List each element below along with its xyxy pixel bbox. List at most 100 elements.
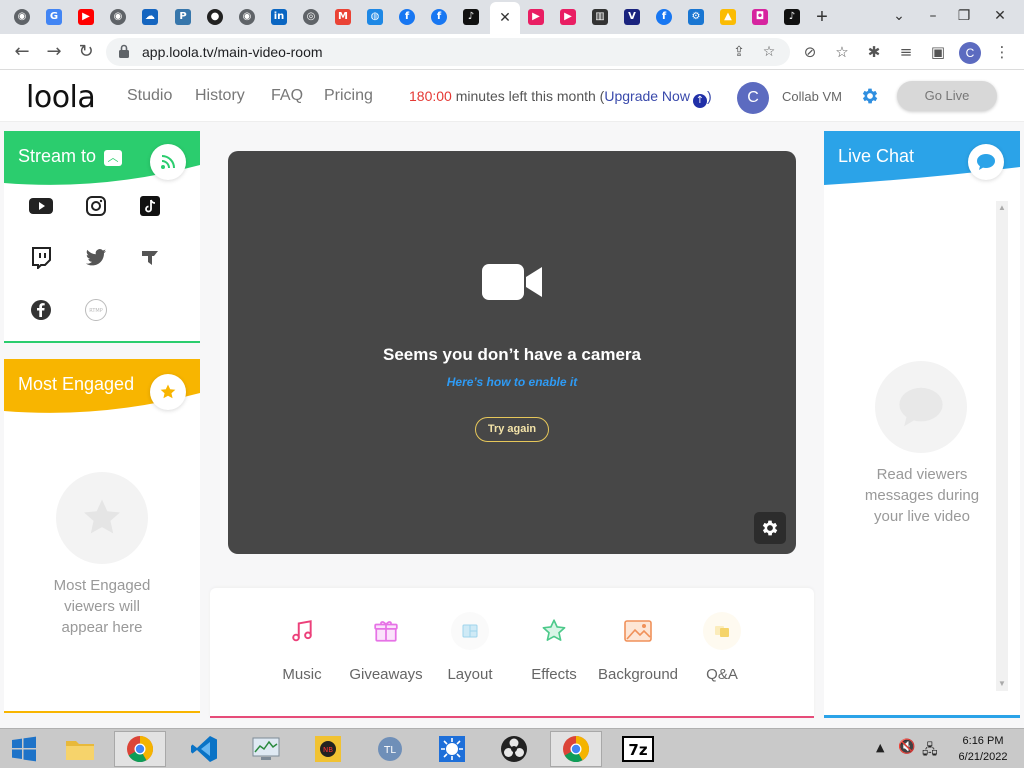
stage-settings-button[interactable]: [754, 512, 786, 544]
browser-tab[interactable]: V: [618, 3, 646, 31]
browser-tab[interactable]: ◘: [746, 3, 774, 31]
loola-logo[interactable]: loola: [26, 80, 96, 115]
settings-gear-icon[interactable]: [860, 86, 880, 106]
close-icon[interactable]: ✕: [499, 10, 511, 26]
url-text[interactable]: app.loola.tv/main-video-room: [142, 44, 323, 60]
windows-start-icon[interactable]: [2, 731, 46, 767]
new-tab-button[interactable]: +: [812, 6, 832, 28]
share-icon[interactable]: ⇪: [730, 43, 748, 61]
instagram-icon[interactable]: [83, 193, 109, 219]
nav-history[interactable]: History: [195, 87, 245, 105]
browser-tab[interactable]: ✕: [490, 2, 520, 34]
tool-effects[interactable]: Effects: [512, 612, 596, 692]
address-bar[interactable]: app.loola.tv/main-video-room ⇪ ☆: [106, 38, 790, 66]
browser-tab[interactable]: ◎: [297, 3, 325, 31]
browser-tab[interactable]: ▶: [522, 3, 550, 31]
bookmark-star-icon[interactable]: ☆: [760, 43, 778, 61]
chrome-taskbar-icon-2[interactable]: [550, 731, 602, 767]
obs-taskbar-icon[interactable]: [488, 731, 540, 767]
browser-tab[interactable]: ●: [201, 3, 229, 31]
browser-tab[interactable]: G: [40, 3, 68, 31]
tool-layout[interactable]: Layout: [428, 612, 512, 692]
chat-scrollbar[interactable]: ▲ ▼: [996, 201, 1008, 691]
tool-background[interactable]: Background: [596, 612, 680, 692]
side-panel-icon[interactable]: ▣: [928, 42, 948, 62]
puzzle-icon[interactable]: ✱: [864, 42, 884, 62]
browser-tab[interactable]: ◉: [8, 3, 36, 31]
tool-label: Background: [597, 666, 679, 683]
star-extension-icon[interactable]: ☆: [832, 42, 852, 62]
minimize-window-button[interactable]: –: [918, 4, 948, 28]
browser-menu-icon[interactable]: ⋮: [992, 42, 1012, 62]
svg-text:NB: NB: [323, 746, 333, 754]
facebook-icon[interactable]: [28, 297, 54, 323]
sun-app-icon[interactable]: [426, 731, 478, 767]
trovo-icon[interactable]: [137, 245, 163, 271]
browser-tab[interactable]: ▶: [72, 3, 100, 31]
browser-tab[interactable]: ◍: [361, 3, 389, 31]
user-avatar[interactable]: C: [737, 82, 769, 114]
star-outline-icon: [535, 612, 573, 650]
7zip-taskbar-icon[interactable]: 7z: [612, 731, 664, 767]
upgrade-now-link[interactable]: Upgrade Now: [604, 88, 690, 104]
twitch-icon[interactable]: [28, 245, 54, 271]
file-explorer-icon[interactable]: [54, 731, 106, 767]
enable-camera-link[interactable]: Here’s how to enable it: [228, 375, 796, 389]
browser-tab[interactable]: P: [169, 3, 197, 31]
go-live-button[interactable]: Go Live: [897, 81, 997, 111]
youtube-icon[interactable]: [28, 193, 54, 219]
chrome-taskbar-icon[interactable]: [114, 731, 166, 767]
browser-profile-avatar[interactable]: C: [959, 42, 981, 64]
globe-icon: ◉: [110, 9, 126, 25]
vscode-taskbar-icon[interactable]: [178, 731, 230, 767]
tiktok-icon[interactable]: [137, 193, 163, 219]
browser-tab[interactable]: ◉: [233, 3, 261, 31]
nav-pricing[interactable]: Pricing: [324, 87, 373, 105]
forward-arrow-icon[interactable]: →: [42, 40, 66, 64]
game-taskbar-icon[interactable]: NB: [302, 731, 354, 767]
browser-tab[interactable]: ▶: [554, 3, 582, 31]
network-icon[interactable]: 🖧: [922, 739, 938, 763]
arrow-up-circle-icon[interactable]: ↑: [692, 94, 707, 108]
scroll-down-arrow-icon[interactable]: ▼: [998, 679, 1006, 688]
speaker-muted-icon[interactable]: 🔇: [898, 739, 915, 755]
nav-faq[interactable]: FAQ: [271, 87, 303, 105]
tray-chevron-up-icon[interactable]: ▲: [876, 741, 884, 754]
try-again-button[interactable]: Try again: [475, 417, 549, 442]
browser-tab[interactable]: ⚙: [682, 3, 710, 31]
browser-tab[interactable]: M: [329, 3, 357, 31]
cloud-icon: ☁: [142, 9, 158, 25]
browser-tab[interactable]: in: [265, 3, 293, 31]
museum-icon: ▥: [592, 9, 608, 25]
tl-app-icon[interactable]: TL: [364, 731, 416, 767]
tool-giveaways[interactable]: Giveaways: [344, 612, 428, 692]
browser-tab[interactable]: f: [425, 3, 453, 31]
browser-tab[interactable]: ▥: [586, 3, 614, 31]
browser-tab[interactable]: f: [650, 3, 678, 31]
tool-label: Q&A: [706, 666, 738, 683]
username[interactable]: Collab VM: [782, 89, 842, 104]
tool-qa[interactable]: Q&A: [680, 612, 764, 692]
browser-tab[interactable]: ◉: [104, 3, 132, 31]
browser-tab[interactable]: ♪: [778, 3, 806, 31]
nav-studio[interactable]: Studio: [127, 87, 172, 105]
twitter-icon[interactable]: [83, 245, 109, 271]
restore-window-button[interactable]: ❐: [950, 4, 978, 28]
tool-music[interactable]: Music: [260, 612, 344, 692]
custom-rtmp-icon[interactable]: RTMP: [83, 297, 109, 323]
media-queue-icon[interactable]: ≡: [896, 42, 916, 62]
browser-tab[interactable]: ☁: [136, 3, 164, 31]
minutes-remaining: 180:00 minutes left this month (Upgrade …: [409, 88, 712, 108]
system-clock[interactable]: 6:16 PM 6/21/2022: [950, 733, 1016, 765]
tab-search-chevron-icon[interactable]: ⌄: [888, 4, 910, 28]
collapse-chevron-up-icon[interactable]: ︿: [104, 150, 122, 166]
back-arrow-icon[interactable]: ←: [10, 40, 34, 64]
close-window-button[interactable]: ✕: [982, 4, 1018, 28]
reload-icon[interactable]: ↻: [74, 40, 98, 64]
extension-icon[interactable]: ⊘: [800, 42, 820, 62]
browser-tab[interactable]: f: [393, 3, 421, 31]
task-manager-icon[interactable]: [240, 731, 292, 767]
scroll-up-arrow-icon[interactable]: ▲: [998, 203, 1006, 212]
browser-tab[interactable]: ▲: [714, 3, 742, 31]
browser-tab[interactable]: ♪: [457, 3, 485, 31]
